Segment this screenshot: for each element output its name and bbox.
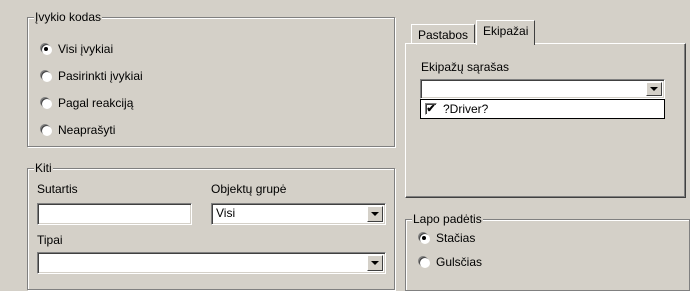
radio-portrait[interactable]: Stačias (419, 230, 475, 246)
tab-ekipazai-label: Ekipažai (483, 24, 529, 38)
object-group-label: Objektų grupė (211, 182, 287, 196)
check-icon: ✔ (426, 103, 436, 115)
radio-by-reaction-label: Pagal reakciją (58, 96, 134, 110)
radio-portrait-indicator[interactable] (419, 233, 429, 243)
object-group-select[interactable]: Visi (211, 203, 386, 225)
radio-landscape-label: Gulsčias (436, 255, 483, 269)
types-dropdown-button[interactable] (367, 255, 383, 271)
object-group-select-value: Visi (216, 206, 236, 220)
radio-undescribed[interactable]: Neaprašyti (41, 122, 115, 138)
radio-by-reaction-indicator[interactable] (41, 98, 51, 108)
chevron-down-icon (650, 87, 658, 91)
crews-combo[interactable] (420, 79, 665, 99)
tab-pastabos-label: Pastabos (418, 28, 469, 42)
radio-undescribed-indicator[interactable] (41, 125, 51, 135)
radio-all-events[interactable]: Visi įvykiai (41, 41, 113, 57)
crews-dropdown-button[interactable] (646, 82, 662, 96)
tab-ekipazai[interactable]: Ekipažai (476, 20, 536, 45)
radio-landscape[interactable]: Gulsčias (419, 254, 482, 270)
radio-selected-events-label: Pasirinkti įvykiai (58, 69, 143, 83)
radio-by-reaction[interactable]: Pagal reakciją (41, 95, 133, 111)
page-orientation-group-title: Lapo padėtis (412, 212, 483, 226)
types-select[interactable] (37, 252, 386, 274)
radio-portrait-label: Stačias (436, 231, 476, 245)
radio-landscape-indicator[interactable] (419, 257, 429, 267)
other-group-title: Kiti (34, 161, 53, 175)
contract-label: Sutartis (37, 182, 78, 196)
list-item[interactable]: ✔ ?Driver? (425, 102, 655, 117)
radio-undescribed-label: Neaprašyti (58, 123, 116, 137)
radio-selected-events[interactable]: Pasirinkti įvykiai (41, 68, 143, 84)
event-code-group-title: Įvykio kodas (34, 10, 103, 24)
crews-list[interactable]: ✔ ?Driver? (420, 99, 665, 119)
object-group-dropdown-button[interactable] (367, 206, 383, 222)
chevron-down-icon (371, 212, 379, 216)
radio-all-events-indicator[interactable] (41, 44, 51, 54)
crews-list-label: Ekipažų sąrašas (421, 60, 510, 74)
chevron-down-icon (371, 261, 379, 265)
radio-selected-events-indicator[interactable] (41, 71, 51, 81)
types-label: Tipai (37, 233, 63, 247)
contract-field[interactable] (37, 203, 192, 225)
crew-checkbox[interactable]: ✔ (425, 103, 437, 115)
radio-all-events-label: Visi įvykiai (58, 42, 114, 56)
tab-pastabos[interactable]: Pastabos (411, 24, 476, 43)
crew-item-label: ?Driver? (443, 102, 489, 116)
